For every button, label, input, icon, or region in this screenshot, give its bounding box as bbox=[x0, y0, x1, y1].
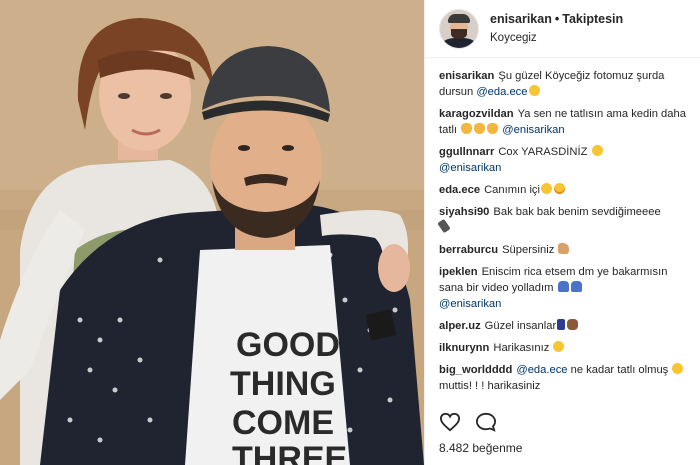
ribbon-emoji-icon bbox=[557, 319, 566, 330]
follow-status-button[interactable]: Takiptesin bbox=[562, 12, 623, 26]
comment-text: Güzel insanlar bbox=[484, 320, 557, 332]
comment-item: ipeklen Eniscim rica etsem dm ye bakarmıs… bbox=[439, 264, 686, 312]
comment-username[interactable]: big_worldddd bbox=[439, 364, 512, 376]
action-bar bbox=[439, 412, 497, 432]
smile-emoji-icon bbox=[541, 183, 553, 194]
mention-link[interactable]: @eda.ece bbox=[516, 364, 567, 376]
post-sidebar: enisarikan • Takiptesin Koycegiz enisarika… bbox=[424, 0, 700, 465]
comment-item: ilknurynn Harikasınız bbox=[439, 340, 686, 356]
comment-username[interactable]: ilknurynn bbox=[439, 342, 489, 354]
cat-emoji-icon bbox=[474, 123, 486, 134]
comment-username[interactable]: ggullnnarr bbox=[439, 146, 494, 158]
smile-emoji-icon bbox=[672, 363, 684, 374]
cat-emoji-icon bbox=[461, 123, 473, 134]
comment-item: ggullnnarr Cox YARASDİNİZ @enisarikan bbox=[439, 144, 686, 176]
mention-link[interactable]: @enisarikan bbox=[502, 124, 564, 136]
mention-link[interactable]: @enisarikan bbox=[439, 298, 501, 310]
heart-eyes-emoji-icon bbox=[554, 183, 566, 194]
comment-icon[interactable] bbox=[475, 412, 497, 432]
comments-list: enisarikan Şu güzel Köyceğiz fotomuz şurd… bbox=[425, 58, 700, 394]
smile-emoji-icon bbox=[553, 341, 565, 352]
smile-emoji-icon bbox=[528, 85, 540, 96]
fist-emoji-icon bbox=[567, 319, 579, 330]
likes-label: beğenme bbox=[472, 441, 523, 455]
comment-text: Bak bak bak benim sevdiğimeeee bbox=[493, 206, 661, 218]
couple-photo-illustration: GOOD THING COME THREE bbox=[0, 0, 424, 465]
comment-text: Süpersiniz bbox=[502, 244, 555, 256]
pen-emoji-icon bbox=[437, 218, 451, 234]
header-separator: • bbox=[554, 12, 560, 26]
header-info: enisarikan • Takiptesin Koycegiz bbox=[490, 11, 623, 46]
comment-item: eda.ece Canımın içi bbox=[439, 182, 686, 198]
comment-username[interactable]: karagozvildan bbox=[439, 108, 514, 120]
instagram-post: GOOD THING COME THREE enisarikan • Takip… bbox=[0, 0, 700, 465]
people-emoji-icon bbox=[570, 281, 582, 292]
comment-username[interactable]: siyahsi90 bbox=[439, 206, 489, 218]
svg-text:COME: COME bbox=[232, 404, 334, 442]
comment-item: alper.uz Güzel insanlar bbox=[439, 318, 686, 334]
comment-username[interactable]: enisarikan bbox=[439, 70, 494, 82]
comment-item: siyahsi90 Bak bak bak benim sevdiğimeeee bbox=[437, 204, 686, 236]
avatar[interactable] bbox=[439, 8, 479, 49]
location-link[interactable]: Koycegiz bbox=[490, 30, 623, 46]
thumbs-up-emoji-icon bbox=[558, 243, 570, 254]
svg-text:THREE: THREE bbox=[232, 440, 347, 465]
comment-item: enisarikan Şu güzel Köyceğiz fotomuz şurd… bbox=[439, 68, 686, 100]
header-username[interactable]: enisarikan bbox=[490, 12, 552, 26]
people-emoji-icon bbox=[557, 281, 569, 292]
comment-item: karagozvildan Ya sen ne tatlısın ama kedi… bbox=[439, 106, 686, 138]
comment-text-continued: muttis! ! ! harikasiniz bbox=[439, 380, 541, 392]
likes-number: 8.482 bbox=[439, 441, 470, 455]
comment-text: Harikasınız bbox=[493, 342, 550, 354]
comment-item: berraburcu Süpersiniz bbox=[439, 242, 686, 258]
heart-icon[interactable] bbox=[439, 412, 461, 432]
likes-count[interactable]: 8.482 beğenme bbox=[439, 441, 522, 455]
comment-username[interactable]: berraburcu bbox=[439, 244, 498, 256]
comment-username[interactable]: ipeklen bbox=[439, 266, 478, 278]
comment-username[interactable]: eda.ece bbox=[439, 184, 480, 196]
post-photo[interactable]: GOOD THING COME THREE bbox=[0, 0, 424, 465]
svg-text:THING: THING bbox=[230, 365, 336, 403]
post-header: enisarikan • Takiptesin Koycegiz bbox=[425, 0, 700, 58]
comment-text: ne kadar tatlı olmuş bbox=[570, 364, 669, 376]
comment-text: Cox YARASDİNİZ bbox=[498, 146, 588, 158]
mention-link[interactable]: @enisarikan bbox=[439, 162, 501, 174]
comment-item: big_worldddd @eda.ece ne kadar tatlı olmu… bbox=[439, 362, 686, 394]
mention-link[interactable]: @eda.ece bbox=[476, 86, 527, 98]
smile-emoji-icon bbox=[591, 145, 603, 156]
comment-username[interactable]: alper.uz bbox=[439, 320, 481, 332]
cat-emoji-icon bbox=[487, 123, 499, 134]
svg-text:GOOD: GOOD bbox=[236, 326, 340, 364]
comment-text: Canımın içi bbox=[484, 184, 541, 196]
